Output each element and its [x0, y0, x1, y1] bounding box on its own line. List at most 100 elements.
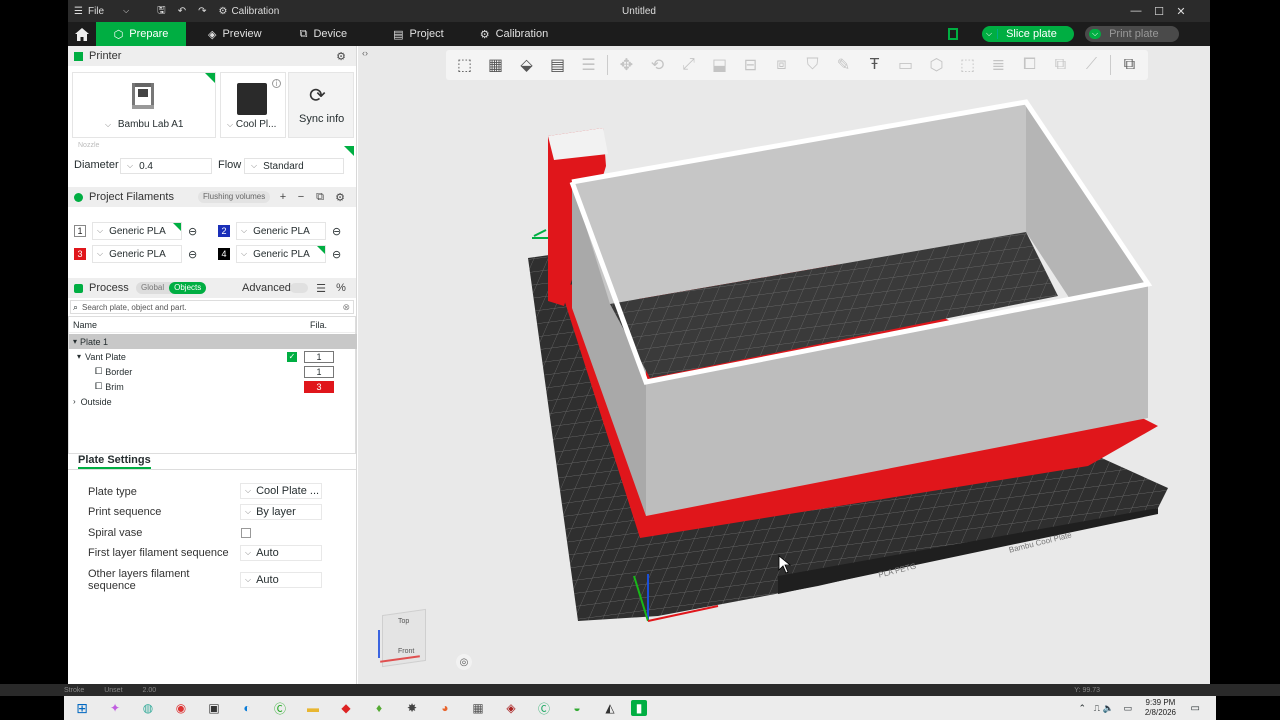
diameter-select[interactable]: ⌵ 0.4	[120, 158, 212, 174]
edit-pencil-icon[interactable]	[532, 229, 548, 239]
edge-browser-icon[interactable]: ◐	[235, 696, 259, 720]
move-icon[interactable]: ✥	[614, 53, 639, 77]
percent-icon[interactable]: %	[334, 281, 348, 295]
fit-view-icon[interactable]: ◎	[456, 654, 472, 670]
remove-icon[interactable]: −	[294, 190, 308, 204]
plate-type-card[interactable]: i ⌵ Cool Pl...	[220, 72, 286, 138]
redo-button[interactable]: ↷	[192, 0, 212, 22]
sync-filament-icon[interactable]: ⧉	[313, 190, 327, 204]
advanced-toggle[interactable]	[290, 283, 308, 293]
filament-select[interactable]: ⌵ Generic PLA	[236, 245, 326, 263]
tab-prepare[interactable]: ⬡ Prepare	[96, 22, 186, 46]
calculator-icon[interactable]: ▦	[466, 696, 490, 720]
mesh-boolean-icon[interactable]: ⧈	[769, 53, 794, 77]
search-input[interactable]: ⌕ Search plate, object and part. ⊗	[70, 300, 354, 314]
system-clock[interactable]: 9:39 PM 2/8/2026	[1145, 698, 1176, 718]
tab-project[interactable]: ▤ Project	[379, 22, 458, 46]
assembly-icon[interactable]: ⬚	[955, 53, 980, 77]
filament-select[interactable]: ⌵ Generic PLA	[236, 222, 326, 240]
add-object-icon[interactable]: ⬚	[452, 53, 477, 77]
filament-options-icon[interactable]: ⊖	[188, 225, 197, 238]
tab-calibration[interactable]: ⚙ Calibration	[466, 22, 562, 46]
scale-icon[interactable]: ⤢	[676, 53, 701, 77]
plate-list-icon[interactable]	[948, 28, 958, 40]
firefox-icon[interactable]: ◕	[433, 696, 457, 720]
filament-slot-3[interactable]: 3 ⌵ Generic PLA ⊖	[74, 245, 197, 263]
global-objects-toggle[interactable]: Global Objects	[136, 282, 207, 294]
copilot-icon[interactable]: ✦	[103, 696, 127, 720]
filament-select[interactable]: ⌵ Generic PLA	[92, 222, 182, 240]
split-icon[interactable]: ☰	[576, 53, 601, 77]
filament-select[interactable]: ⌵ Generic PLA	[92, 245, 182, 263]
maximize-button[interactable]: ☐	[1148, 0, 1170, 22]
tray-chevron-icon[interactable]: ⌃	[1078, 703, 1086, 714]
filament-slot-1[interactable]: 1 ⌵ Generic PLA ⊖	[74, 222, 197, 240]
emboss-icon[interactable]: ▭	[893, 53, 918, 77]
tree-row-object[interactable]: › Outside	[69, 394, 357, 409]
app-icon[interactable]: Ⓒ	[268, 696, 292, 720]
tree-row-plate[interactable]: ▾ Plate 1	[69, 334, 357, 349]
app-icon[interactable]: Ⓒ	[532, 696, 556, 720]
cut-icon[interactable]: ⊟	[738, 53, 763, 77]
filament-slot-2[interactable]: 2 ⌵ Generic PLA ⊖	[218, 222, 341, 240]
slice-plate-button[interactable]: ⌵ Slice plate	[982, 26, 1074, 42]
other-layers-sequence-select[interactable]: ⌵ Auto	[240, 572, 322, 588]
sync-info-button[interactable]: ⟳ Sync info	[288, 72, 354, 138]
visible-checkbox[interactable]: ✓	[287, 351, 297, 362]
app-icon[interactable]: ◍	[136, 696, 160, 720]
app-icon[interactable]: ♦	[367, 696, 391, 720]
undo-button[interactable]: ↶	[172, 0, 192, 22]
filament-options-icon[interactable]: ⊖	[188, 248, 197, 261]
add-icon[interactable]: +	[276, 190, 290, 204]
list-icon[interactable]: ☰	[314, 281, 328, 295]
app-icon[interactable]: ✸	[400, 696, 424, 720]
file-menu[interactable]: ☰ File ⌵	[68, 0, 135, 22]
global-option[interactable]: Global	[136, 282, 169, 294]
battery-icon[interactable]: ▭	[1123, 703, 1132, 714]
app-icon[interactable]: ◒	[565, 696, 589, 720]
printer-card[interactable]: ⌵ Bambu Lab A1	[72, 72, 216, 138]
calibration-menu[interactable]: ⚙ Calibration	[212, 0, 285, 22]
settings-icon[interactable]: ⚙	[334, 49, 348, 63]
measure-icon[interactable]: ⬡	[924, 53, 949, 77]
filament-number[interactable]: 3	[304, 380, 334, 393]
auto-orient-icon[interactable]: ⬙	[514, 53, 539, 77]
bambu-studio-taskbar-icon[interactable]: ▮	[631, 700, 647, 716]
tab-preview[interactable]: ◈ Preview	[194, 22, 276, 46]
app-icon[interactable]: ◆	[334, 696, 358, 720]
filament-options-icon[interactable]: ⊖	[332, 225, 341, 238]
print-sequence-select[interactable]: ⌵ By layer	[240, 504, 322, 520]
tree-row-part[interactable]: ⧠ Border 1	[69, 364, 357, 379]
tree-row-object[interactable]: ▾ Vant Plate ✓ 1	[69, 349, 357, 364]
explode-view-icon[interactable]: ⧉	[1117, 53, 1142, 77]
tab-device[interactable]: ⧉ Device	[286, 22, 361, 46]
seam-icon[interactable]: ⧉	[1048, 53, 1073, 77]
app-icon[interactable]: ▣	[202, 696, 226, 720]
notifications-icon[interactable]: ▭	[1191, 703, 1200, 714]
flushing-volumes-button[interactable]: Flushing volumes	[198, 191, 271, 203]
network-icon[interactable]: ⎍	[1094, 703, 1100, 714]
home-button[interactable]	[68, 22, 96, 46]
support-paint-icon[interactable]: ⛉	[800, 53, 825, 77]
volume-icon[interactable]: 🔈	[1103, 703, 1114, 714]
first-layer-sequence-select[interactable]: ⌵ Auto	[240, 545, 322, 561]
filament-options-icon[interactable]: ⊖	[332, 248, 341, 261]
settings-icon[interactable]: ⚙	[333, 190, 347, 204]
app-icon[interactable]: ◉	[169, 696, 193, 720]
brim-ears-icon[interactable]: ⟋	[1079, 53, 1104, 77]
app-icon[interactable]: ◭	[598, 696, 622, 720]
file-explorer-icon[interactable]: ▬	[301, 696, 325, 720]
3d-viewport[interactable]: ‹› PLA PETG Bambu Cool Plate Top Front ◎…	[358, 46, 1210, 684]
app-icon[interactable]: ◈	[499, 696, 523, 720]
arrange-icon[interactable]: ▤	[545, 53, 570, 77]
flow-select[interactable]: ⌵ Standard	[244, 158, 344, 174]
layers-icon[interactable]: ≣	[986, 53, 1011, 77]
minimize-button[interactable]: —	[1125, 0, 1147, 22]
add-plate-icon[interactable]: ▦	[483, 53, 508, 77]
print-plate-button[interactable]: ⌵ Print plate	[1085, 26, 1179, 42]
rotate-icon[interactable]: ⟲	[645, 53, 670, 77]
color-paint-icon[interactable]: ✎	[831, 53, 856, 77]
filament-number[interactable]: 1	[304, 365, 334, 378]
variable-layer-icon[interactable]: ⧠	[1017, 53, 1042, 77]
spiral-vase-checkbox[interactable]	[241, 528, 251, 538]
